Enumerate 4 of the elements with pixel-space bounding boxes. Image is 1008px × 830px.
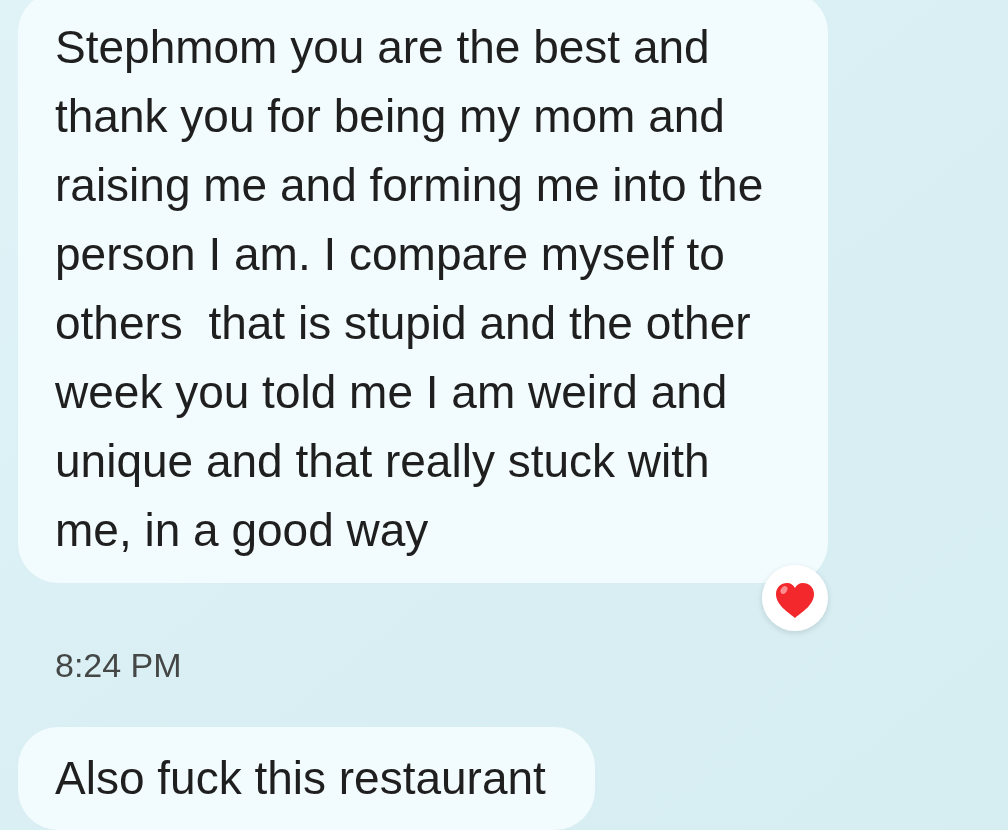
- message-bubble[interactable]: Stephmom you are the best and thank you for being my mom and raising me and forming me into the person I am. I compare myself to others that is stupid and the other week you told me I am weird and unique and that really stuck with me, in a good way: [18, 0, 828, 583]
- message-bubble[interactable]: Also fuck this restaurant: [18, 727, 595, 830]
- message-timestamp: 8:24 PM: [55, 645, 182, 685]
- heart-reaction-icon[interactable]: [762, 565, 828, 631]
